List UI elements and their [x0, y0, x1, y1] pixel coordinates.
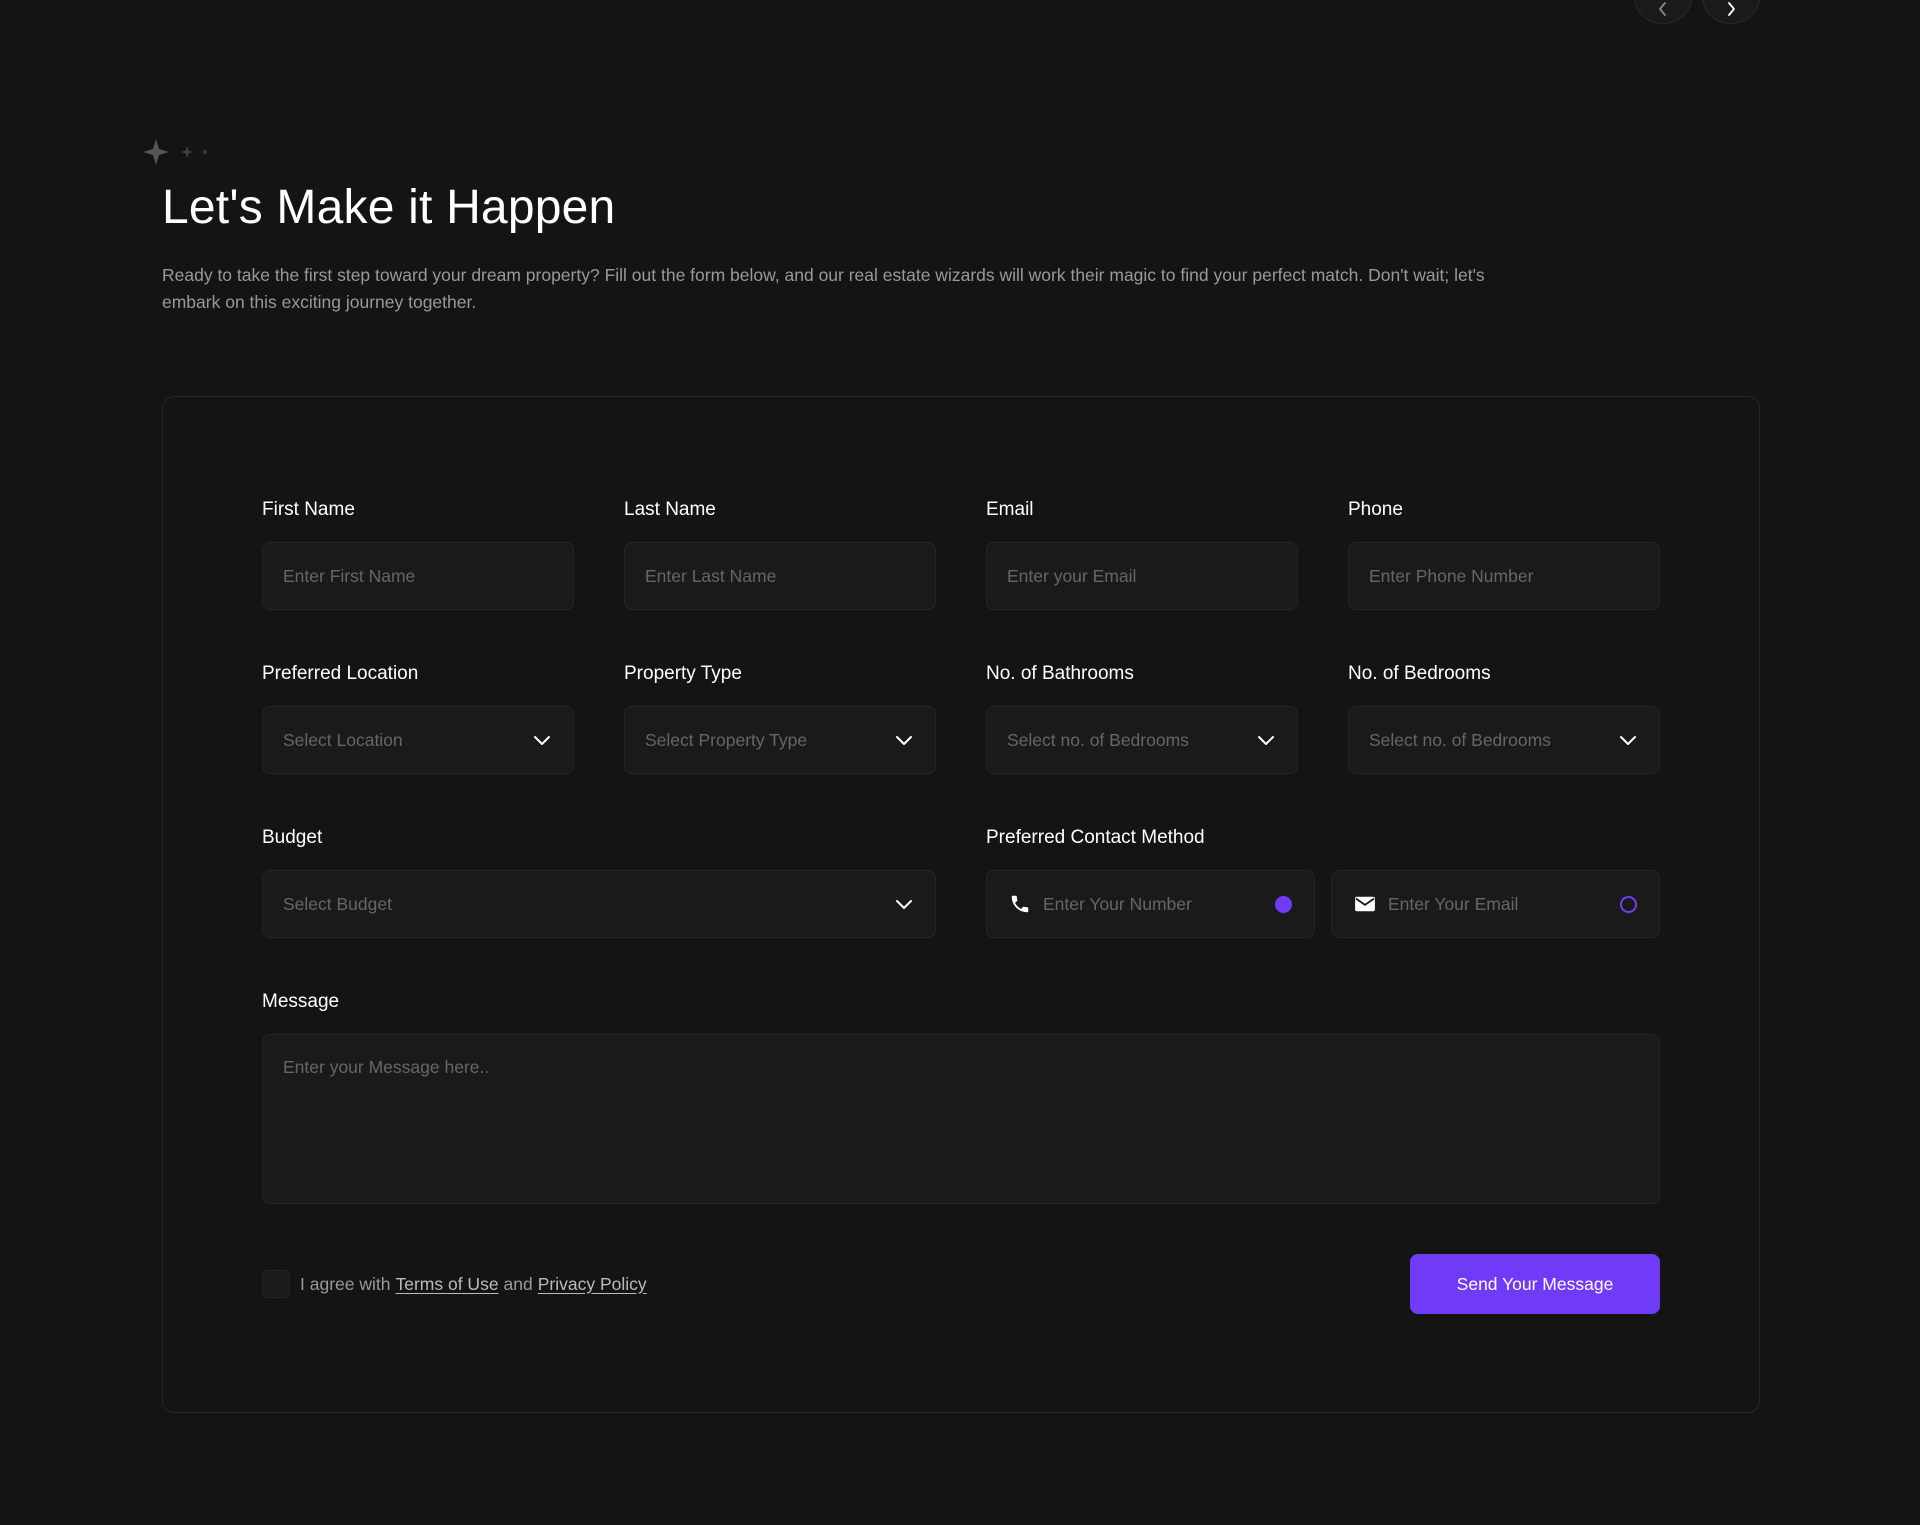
contact-email-radio[interactable]: [1620, 895, 1637, 913]
envelope-icon: [1352, 891, 1378, 917]
page-title: Let's Make it Happen: [162, 181, 616, 234]
privacy-link[interactable]: Privacy Policy: [538, 1274, 647, 1295]
bathrooms-value: Select no. of Bedrooms: [1007, 729, 1189, 750]
bathrooms-select[interactable]: Select no. of Bedrooms: [986, 706, 1298, 774]
chevron-down-icon: [531, 729, 553, 751]
last-name-input[interactable]: Enter Last Name: [624, 542, 936, 610]
first-name-label: First Name: [262, 499, 355, 520]
send-message-button[interactable]: Send Your Message: [1410, 1254, 1660, 1314]
first-name-placeholder: Enter First Name: [283, 565, 416, 586]
page-intro: Ready to take the first step toward your…: [162, 265, 1485, 312]
budget-select[interactable]: Select Budget: [262, 870, 936, 938]
message-textarea[interactable]: Enter your Message here..: [262, 1034, 1660, 1204]
property-type-select[interactable]: Select Property Type: [624, 706, 936, 774]
carousel-nav: [1634, 0, 1760, 24]
bedrooms-select[interactable]: Select no. of Bedrooms: [1348, 706, 1660, 774]
chevron-right-icon: [1728, 2, 1735, 16]
contact-phone-placeholder: Enter Your Number: [1043, 893, 1192, 914]
budget-label: Budget: [262, 827, 323, 848]
phone-label: Phone: [1348, 499, 1403, 520]
phone-placeholder: Enter Phone Number: [1369, 565, 1534, 586]
contact-email-placeholder: Enter Your Email: [1388, 893, 1519, 914]
chevron-down-icon: [893, 893, 915, 915]
location-label: Preferred Location: [262, 663, 419, 684]
email-placeholder: Enter your Email: [1007, 565, 1137, 586]
next-button[interactable]: [1702, 0, 1760, 24]
terms-link[interactable]: Terms of Use: [395, 1274, 498, 1295]
budget-value: Select Budget: [283, 893, 392, 914]
agree-conjunction: and: [503, 1273, 533, 1294]
bathrooms-label: No. of Bathrooms: [986, 663, 1134, 684]
contact-email-option[interactable]: Enter Your Email: [1331, 870, 1660, 938]
last-name-label: Last Name: [624, 499, 716, 520]
location-value: Select Location: [283, 729, 403, 750]
contact-phone-radio[interactable]: [1275, 895, 1292, 913]
prev-button[interactable]: [1634, 0, 1692, 24]
agree-prefix: I agree with: [300, 1273, 391, 1294]
phone-input[interactable]: Enter Phone Number: [1348, 542, 1660, 610]
agree-row: I agree with Terms of Use and Privacy Po…: [262, 1270, 652, 1298]
message-placeholder: Enter your Message here..: [283, 1057, 490, 1077]
property-type-label: Property Type: [624, 663, 742, 684]
contact-form: First Name Enter First Name Last Name En…: [162, 396, 1760, 1413]
agree-checkbox[interactable]: [262, 1270, 290, 1298]
email-input[interactable]: Enter your Email: [986, 542, 1298, 610]
chevron-left-icon: [1659, 2, 1666, 16]
bedrooms-label: No. of Bedrooms: [1348, 663, 1491, 684]
contact-phone-option[interactable]: Enter Your Number: [986, 870, 1315, 938]
sparkles-icon: [143, 139, 207, 165]
location-select[interactable]: Select Location: [262, 706, 574, 774]
last-name-placeholder: Enter Last Name: [645, 565, 777, 586]
email-label: Email: [986, 499, 1034, 520]
phone-icon: [1007, 891, 1033, 917]
contact-method-label: Preferred Contact Method: [986, 827, 1205, 848]
first-name-input[interactable]: Enter First Name: [262, 542, 574, 610]
chevron-down-icon: [1255, 729, 1277, 751]
bedrooms-value: Select no. of Bedrooms: [1369, 729, 1551, 750]
property-type-value: Select Property Type: [645, 729, 808, 750]
message-label: Message: [262, 991, 340, 1012]
chevron-down-icon: [893, 729, 915, 751]
chevron-down-icon: [1617, 729, 1639, 751]
